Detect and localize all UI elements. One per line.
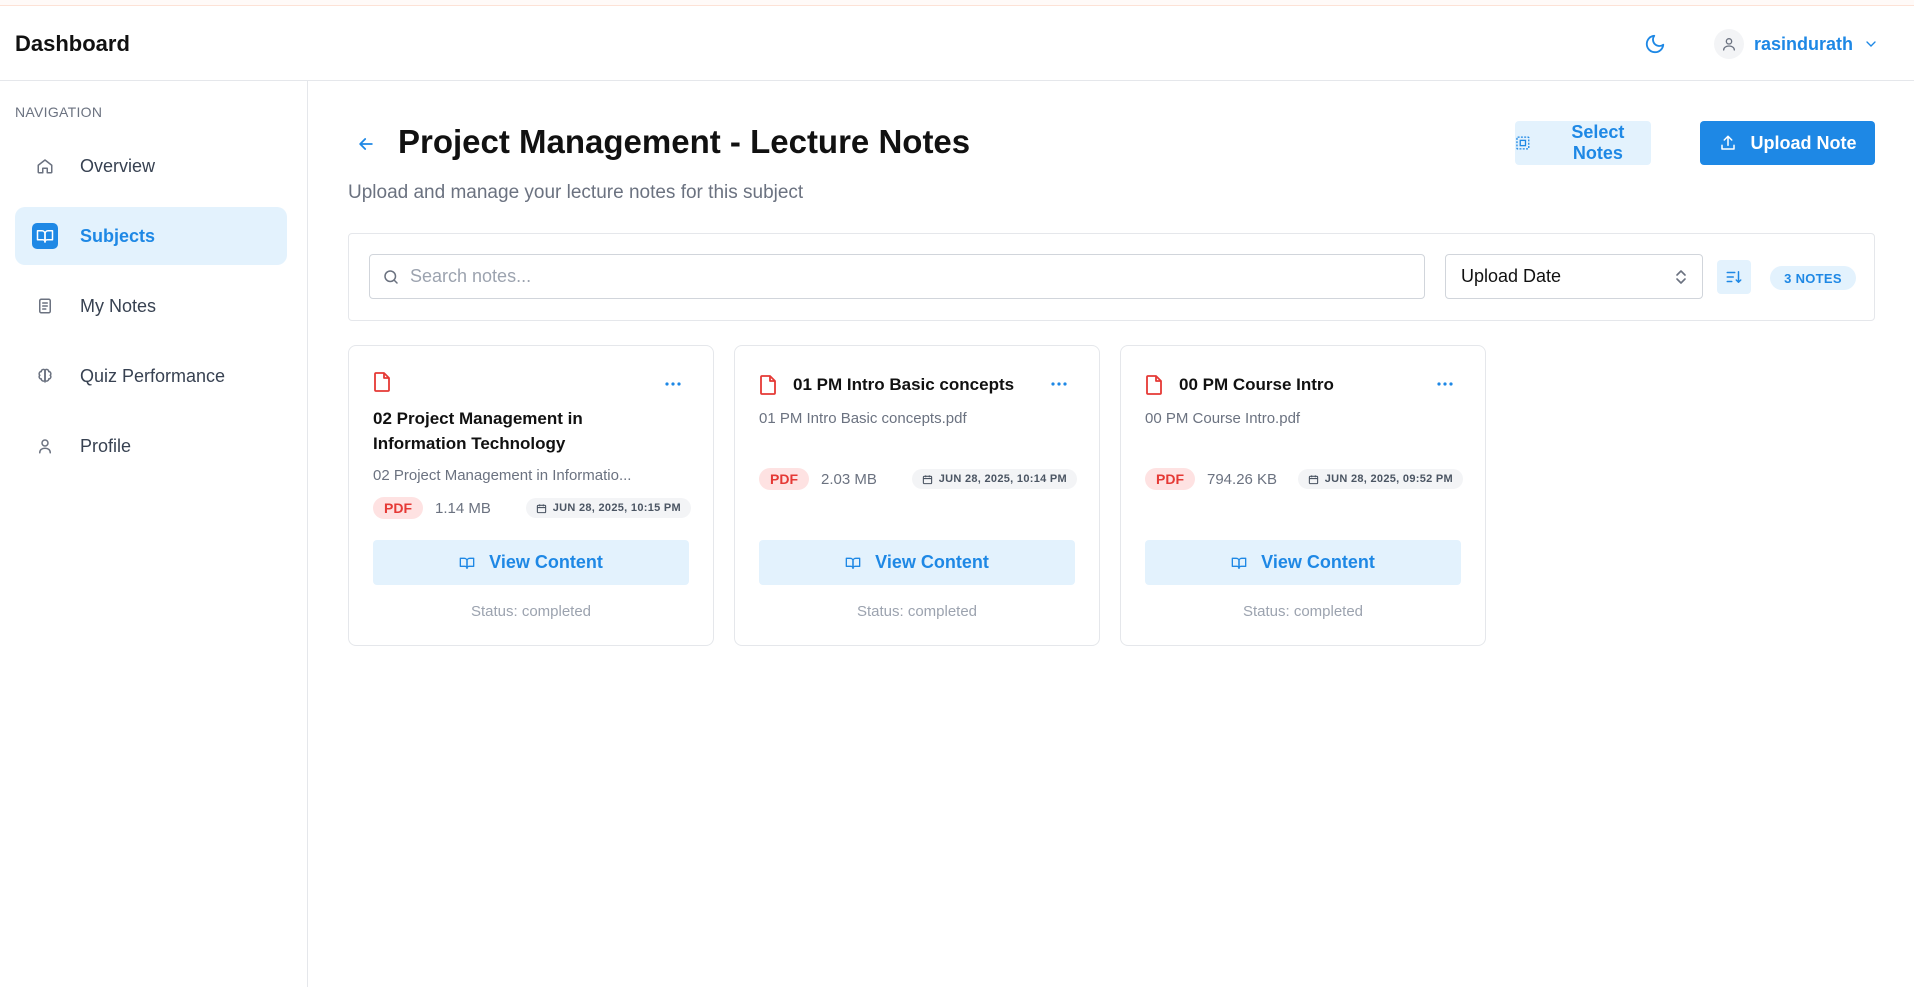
note-card: 02 Project Management in Information Tec… — [348, 345, 714, 646]
nav-heading: NAVIGATION — [15, 104, 103, 120]
moon-icon — [1645, 34, 1665, 54]
sidebar-item-label: Profile — [80, 435, 132, 456]
select-box-icon — [1516, 136, 1530, 150]
more-options-button[interactable] — [661, 376, 685, 392]
note-status: Status: completed — [470, 603, 592, 620]
theme-toggle-button[interactable] — [1641, 30, 1669, 58]
note-meta: PDF 2.03 MB JUN 28, 2025, 10:14 PM — [759, 467, 1077, 491]
upload-date: JUN 28, 2025, 10:15 PM — [552, 502, 681, 514]
upload-date-badge: JUN 28, 2025, 10:15 PM — [525, 498, 691, 518]
view-content-button[interactable]: View Content — [373, 540, 689, 585]
book-open-icon — [845, 557, 861, 569]
sidebar-item-my-notes[interactable]: My Notes — [15, 277, 287, 335]
search-icon — [384, 269, 398, 284]
sidebar-item-label: Subjects — [80, 225, 156, 246]
brain-icon — [32, 363, 58, 389]
view-content-button[interactable]: View Content — [1145, 540, 1461, 585]
user-menu[interactable]: rasindurath — [1714, 28, 1879, 60]
note-title: 01 PM Intro Basic concepts — [793, 375, 1015, 394]
sidebar-item-label: My Notes — [80, 295, 157, 316]
back-button[interactable] — [352, 130, 380, 158]
sidebar-item-subjects[interactable]: Subjects — [15, 207, 287, 265]
book-open-icon — [459, 557, 475, 569]
filter-bar: Upload Date 3 NOTES — [348, 233, 1875, 321]
upload-date: JUN 28, 2025, 10:14 PM — [938, 473, 1067, 485]
upload-note-label: Upload Note — [1750, 132, 1857, 153]
book-open-icon — [32, 223, 58, 249]
note-filename: 00 PM Course Intro.pdf — [1145, 410, 1301, 427]
file-icon — [374, 372, 390, 392]
select-notes-label: Select Notes — [1571, 122, 1625, 163]
note-meta: PDF 1.14 MB JUN 28, 2025, 10:15 PM — [373, 496, 691, 520]
search-input[interactable] — [410, 266, 1370, 287]
file-icon — [1146, 375, 1162, 395]
note-filename: 01 PM Intro Basic concepts.pdf — [759, 410, 967, 427]
file-type-badge: PDF — [759, 468, 809, 490]
arrow-left-icon — [359, 138, 373, 150]
note-card: 01 PM Intro Basic concepts 01 PM Intro B… — [734, 345, 1100, 646]
more-options-button[interactable] — [1433, 376, 1457, 392]
sidebar-item-profile[interactable]: Profile — [15, 417, 287, 475]
file-type-badge: PDF — [373, 497, 423, 519]
upload-icon — [1720, 135, 1735, 150]
app-title: Dashboard — [15, 31, 130, 56]
sort-select-value: Upload Date — [1461, 266, 1562, 286]
note-title: 02 Project Management in Information Tec… — [373, 409, 583, 453]
chevron-down-icon — [1866, 41, 1876, 47]
note-status: Status: completed — [1242, 603, 1364, 620]
note-card: 00 PM Course Intro 00 PM Course Intro.pd… — [1120, 345, 1486, 646]
chevron-up-down-icon — [1676, 269, 1686, 284]
sort-descending-icon — [1726, 271, 1742, 283]
sidebar-item-quiz-performance[interactable]: Quiz Performance — [15, 347, 287, 405]
file-type-badge: PDF — [1145, 468, 1195, 490]
file-size: 2.03 MB — [821, 470, 877, 488]
username: rasindurath — [1754, 33, 1854, 54]
view-content-label: View Content — [1261, 552, 1375, 572]
page-title: Project Management - Lecture Notes — [398, 123, 971, 160]
book-open-icon — [1231, 557, 1247, 569]
calendar-icon — [922, 474, 932, 484]
upload-date: JUN 28, 2025, 09:52 PM — [1324, 473, 1453, 485]
note-status: Status: completed — [856, 603, 978, 620]
file-size: 794.26 KB — [1207, 470, 1278, 488]
home-icon — [32, 153, 58, 179]
upload-date-badge: JUN 28, 2025, 10:14 PM — [911, 469, 1077, 489]
page-subtitle: Upload and manage your lecture notes for… — [348, 182, 804, 203]
top-bar: Dashboard rasindurath — [0, 6, 1914, 81]
upload-note-button[interactable]: Upload Note — [1700, 121, 1875, 165]
sidebar-item-overview[interactable]: Overview — [15, 137, 287, 195]
file-icon — [760, 375, 776, 395]
search-box — [369, 254, 1425, 299]
sidebar-item-label: Overview — [80, 155, 156, 176]
file-size: 1.14 MB — [435, 499, 491, 517]
user-icon — [32, 433, 58, 459]
sidebar: NAVIGATION Overview Subjects My Notes Qu… — [0, 81, 308, 987]
user-icon — [1723, 38, 1735, 51]
notes-count-badge: 3 NOTES — [1770, 266, 1856, 290]
main-content: Project Management - Lecture Notes Uploa… — [308, 81, 1914, 987]
notes-icon — [32, 293, 58, 319]
view-content-label: View Content — [875, 552, 989, 572]
note-title: 00 PM Course Intro — [1179, 375, 1334, 394]
view-content-button[interactable]: View Content — [759, 540, 1075, 585]
sort-direction-button[interactable] — [1717, 260, 1751, 294]
select-notes-button[interactable]: Select Notes — [1515, 121, 1651, 165]
more-horizontal-icon — [1437, 382, 1453, 386]
view-content-label: View Content — [489, 552, 603, 572]
note-meta: PDF 794.26 KB JUN 28, 2025, 09:52 PM — [1145, 467, 1463, 491]
calendar-icon — [536, 503, 546, 513]
more-horizontal-icon — [1051, 382, 1067, 386]
sort-select[interactable]: Upload Date — [1445, 254, 1703, 299]
upload-date-badge: JUN 28, 2025, 09:52 PM — [1297, 469, 1463, 489]
note-filename: 02 Project Management in Informatio... — [373, 467, 632, 484]
calendar-icon — [1308, 474, 1318, 484]
more-options-button[interactable] — [1047, 376, 1071, 392]
avatar — [1714, 29, 1744, 59]
sidebar-item-label: Quiz Performance — [80, 365, 226, 386]
more-horizontal-icon — [665, 382, 681, 386]
